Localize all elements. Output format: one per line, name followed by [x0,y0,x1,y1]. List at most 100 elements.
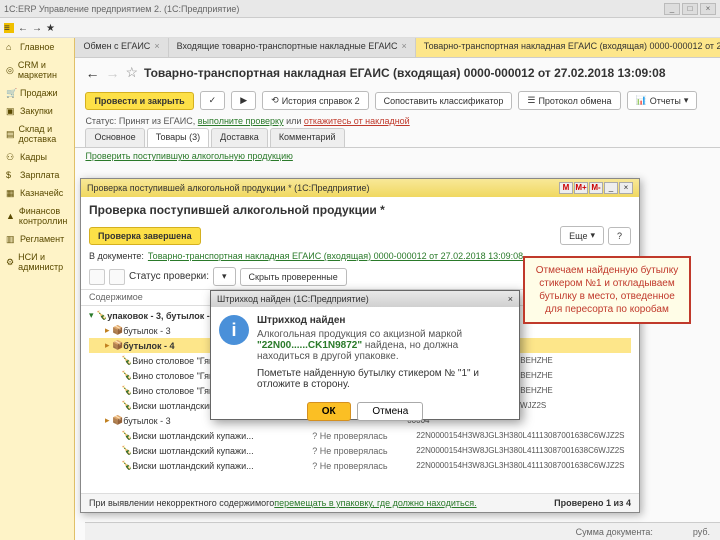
menu-icon[interactable]: ≡ [4,23,14,33]
sidebar-item-hr[interactable]: ⚇Кадры [0,148,74,166]
row-status: ? Не проверялась [312,431,412,441]
annotation-callout: Отмечаем найденную бутылку стикером №1 и… [523,256,691,324]
subtab-goods[interactable]: Товары (3) [147,128,209,147]
app-title: 1С:ERP Управление предприятием 2. (1С:Пр… [4,4,239,14]
sum-label: Сумма документа: [576,527,653,537]
sidebar-item-warehouse[interactable]: ▤Склад и доставка [0,120,74,148]
tab-exchange[interactable]: Обмен с ЕГАИС× [75,38,168,57]
nav-sidebar: ⌂Главное ◎CRM и маркетин 🛒Продажи ▣Закуп… [0,38,75,540]
doc-header: ← → ☆ Товарно-транспортная накладная ЕГА… [75,58,720,87]
bottle-icon: 🍾 [121,355,132,366]
dialog-footer: При выявлении некорректного содержимого … [81,493,639,512]
protocol-button[interactable]: ☰ Протокол обмена [518,91,620,110]
sidebar-item-purchase[interactable]: ▣Закупки [0,102,74,120]
fwd-arrow-icon[interactable]: → [105,65,119,81]
sub-tabs: Основное Товары (3) Доставка Комментарий… [75,128,720,148]
barcode-icon[interactable] [89,269,105,285]
favorite-icon[interactable]: ☆ [125,64,138,81]
sidebar-item-finance[interactable]: ▲Финансов контроллин [0,202,74,230]
doc-ref-link[interactable]: Товарно-транспортная накладная ЕГАИС (вх… [148,251,523,261]
gear-icon: ⚙ [6,257,14,267]
home-icon: ⌂ [6,42,16,52]
tree-row[interactable]: 🍾 Виски шотландский купажи...? Не провер… [89,458,631,473]
barcode-message: Штрихкод найден Алкогольная продукция со… [257,315,511,390]
bank-icon: ▦ [6,188,16,198]
sidebar-item-crm[interactable]: ◎CRM и маркетин [0,56,74,84]
money-icon: $ [6,170,16,180]
truck-icon: ▤ [6,129,15,139]
bottle-icon: 🍾 [121,430,132,441]
check-products-link[interactable]: Проверить поступившую алкогольную продук… [75,148,720,164]
document-tabs: Обмен с ЕГАИС× Входящие товарно-транспор… [75,38,720,58]
history-button[interactable]: ⟲ История справок 2 [262,91,368,110]
compare-button[interactable]: Сопоставить классификатор [375,92,513,110]
bottle-icon: ▾ 🍾 [89,310,107,321]
dialog-more-button[interactable]: Еще ▾ [560,226,604,245]
row-status: ? Не проверялась [312,446,412,456]
check-link[interactable]: выполните проверку [198,116,284,126]
app-toolbar: ≡ ← → ★ [0,18,720,38]
tab-incoming[interactable]: Входящие товарно-транспортные накладные … [169,38,416,57]
sidebar-item-salary[interactable]: $Зарплата [0,166,74,184]
row-code: 22N0000154H3W8JGL3H380L41113087001638C6W… [412,431,631,440]
subtab-delivery[interactable]: Доставка [211,128,268,147]
tree-row[interactable]: 🍾 Виски шотландский купажи...? Не провер… [89,443,631,458]
barcode-dialog-titlebar: Штрихкод найден (1С:Предприятие) × [211,291,519,307]
fwd-icon[interactable]: → [32,23,42,33]
tree-row[interactable]: 🍾 Виски шотландский купажи...? Не провер… [89,428,631,443]
subtab-comment[interactable]: Комментарий [270,128,345,147]
dialog-min[interactable]: _ [604,182,618,194]
m-plus-icon[interactable]: M+ [574,182,588,194]
check-done-button[interactable]: Проверка завершена [89,227,201,245]
close-icon[interactable]: × [402,41,407,51]
close-icon[interactable]: × [154,41,159,51]
min-button[interactable]: _ [664,3,680,15]
row-label: Виски шотландский купажи... [132,461,312,471]
window-buttons: _ □ × [664,3,716,15]
doc-footer: Сумма документа: руб. [85,522,720,540]
m-minus-icon[interactable]: M- [589,182,603,194]
scan-icon[interactable] [109,269,125,285]
box-icon: ▣ [6,106,16,116]
status-filter[interactable]: ▾ [213,267,236,286]
subtab-main[interactable]: Основное [85,128,144,147]
post-button[interactable]: ▶ [231,91,256,110]
m-icon[interactable]: M [559,182,573,194]
save-close-button[interactable]: Провести и закрыть [85,92,193,110]
max-button[interactable]: □ [682,3,698,15]
close-button[interactable]: × [700,3,716,15]
app-titlebar: 1С:ERP Управление предприятием 2. (1С:Пр… [0,0,720,18]
sidebar-item-regulation[interactable]: ▥Регламент [0,230,74,248]
cart-icon: 🛒 [6,88,16,98]
barcode-found-dialog: Штрихкод найден (1С:Предприятие) × i Штр… [210,290,520,420]
hide-checked-button[interactable]: Скрыть проверенные [240,268,347,286]
checked-count: Проверено 1 из 4 [554,498,631,508]
info-icon: i [219,315,249,345]
bottle-icon: 🍾 [121,445,132,456]
box-icon: ▸ 📦 [105,325,123,336]
people-icon: ⚇ [6,152,16,162]
sidebar-item-sales[interactable]: 🛒Продажи [0,84,74,102]
bottle-icon: 🍾 [121,400,132,411]
dialog-close[interactable]: × [619,182,633,194]
star-icon[interactable]: ★ [46,23,56,33]
back-arrow-icon[interactable]: ← [85,65,99,81]
bottle-icon: 🍾 [121,385,132,396]
tab-ttn[interactable]: Товарно-транспортная накладная ЕГАИС (вх… [416,38,720,57]
sidebar-item-treasury[interactable]: ▦Казначейс [0,184,74,202]
reject-link[interactable]: откажитесь от накладной [304,116,410,126]
sidebar-item-nsi[interactable]: ⚙НСИ и администр [0,248,74,276]
ok-button[interactable]: ОК [307,402,351,421]
back-icon[interactable]: ← [18,23,28,33]
doc-icon: ▥ [6,234,16,244]
move-link[interactable]: перемещать в упаковку, где должно находи… [274,498,476,508]
cancel-button[interactable]: Отмена [357,402,423,421]
status-line: Статус: Принят из ЕГАИС, выполните прове… [75,114,720,128]
barcode-dialog-close[interactable]: × [508,294,513,304]
action-toolbar: Провести и закрыть ✓ ▶ ⟲ История справок… [75,87,720,114]
dialog-help-button[interactable]: ? [608,227,631,245]
save-button[interactable]: ✓ [200,91,226,110]
sidebar-item-main[interactable]: ⌂Главное [0,38,74,56]
reports-button[interactable]: 📊 Отчеты ▾ [627,91,698,110]
row-code: 22N0000154H3W8JGL3H380L41113087001638C6W… [412,461,631,470]
